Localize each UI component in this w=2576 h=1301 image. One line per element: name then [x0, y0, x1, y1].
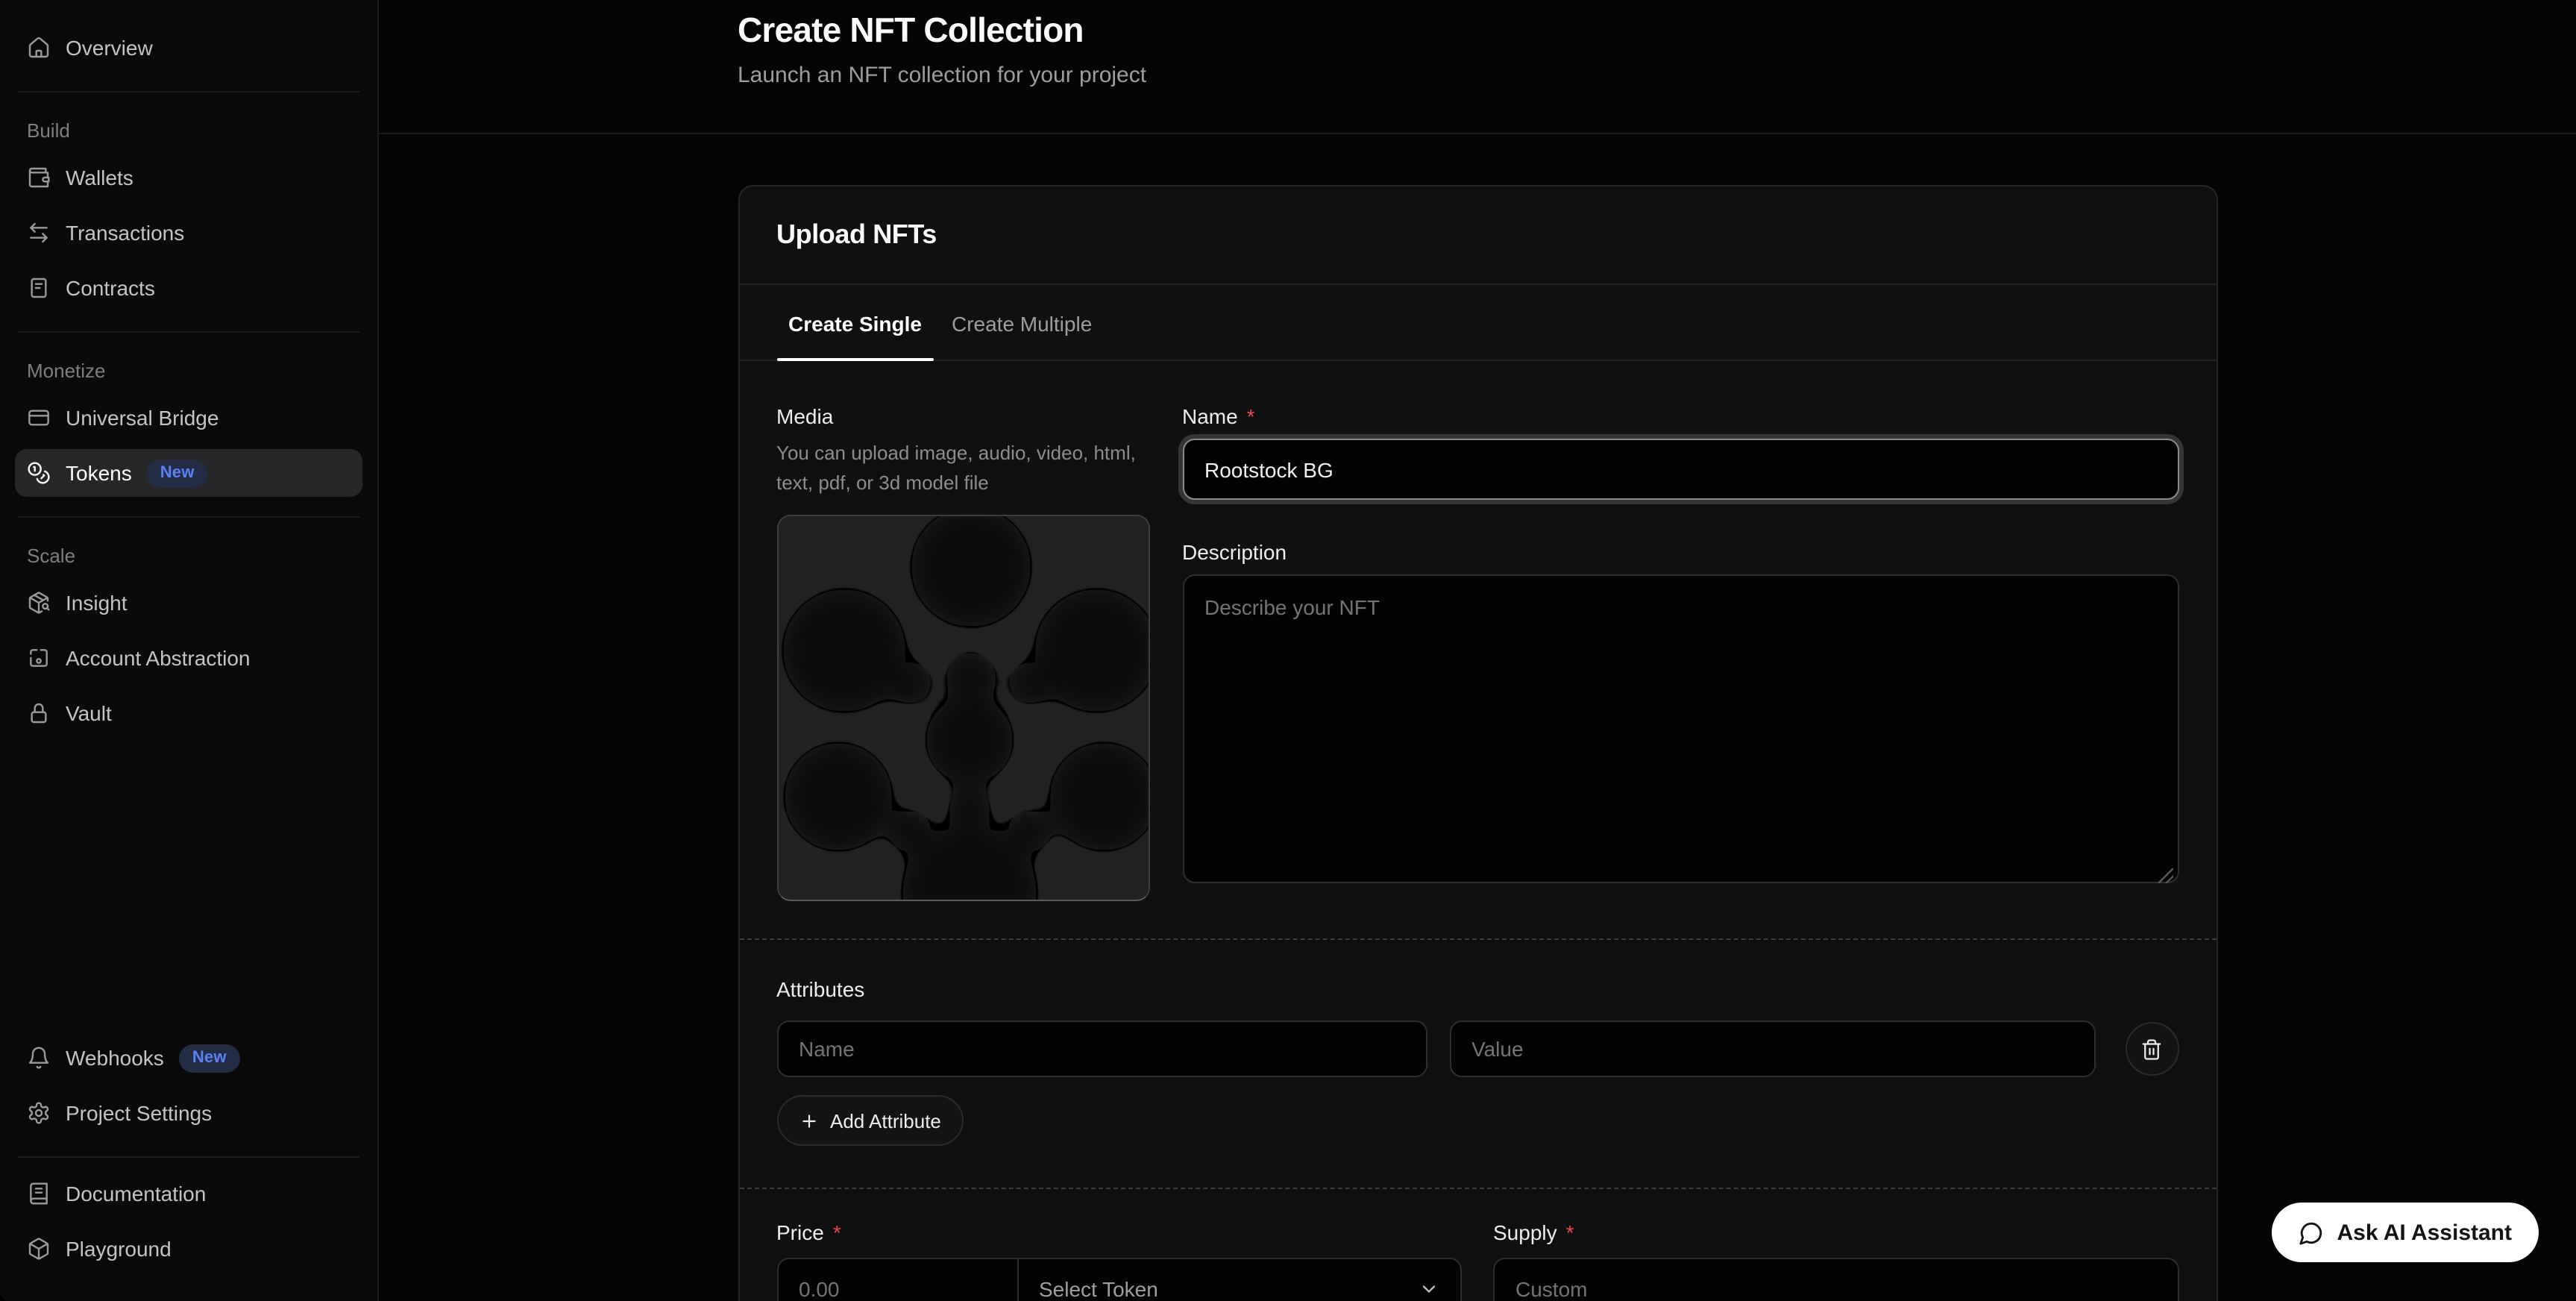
cube-icon	[27, 1237, 51, 1261]
supply-input[interactable]	[1493, 1258, 2178, 1301]
tab-create-multiple[interactable]: Create Multiple	[940, 286, 1104, 360]
attribute-value-input[interactable]	[1449, 1021, 2095, 1078]
contract-note-icon	[27, 276, 51, 300]
attribute-row	[776, 1021, 2178, 1078]
arrows-left-right-icon	[27, 221, 51, 245]
new-badge: New	[179, 1044, 240, 1072]
chat-bubble-icon	[2298, 1220, 2323, 1245]
new-badge: New	[147, 459, 208, 487]
sidebar-item-overview[interactable]: Overview	[15, 24, 362, 72]
sidebar-item-label: Tokens	[66, 461, 132, 485]
price-supply-section: Price * Select Token	[739, 1188, 2216, 1301]
sidebar-section-scale: Scale	[15, 545, 362, 567]
supply-label: Supply *	[1493, 1223, 2178, 1244]
gear-icon	[27, 1101, 51, 1125]
sidebar-item-wallets[interactable]: Wallets	[15, 154, 362, 201]
sidebar-item-label: Wallets	[66, 166, 133, 189]
sidebar-item-label: Overview	[66, 36, 153, 60]
sidebar: Overview Build Wallets Transactions Cont…	[0, 0, 379, 1301]
required-asterisk: *	[833, 1223, 841, 1244]
header-divider	[379, 134, 2576, 135]
wallet-icon	[27, 166, 51, 189]
trash-icon	[2140, 1038, 2163, 1061]
nft-name-input[interactable]	[1182, 439, 2178, 501]
fields-column: Name * Description	[1182, 407, 2178, 902]
media-label: Media	[776, 407, 1149, 427]
bell-icon	[27, 1046, 51, 1070]
book-icon	[27, 1182, 51, 1206]
name-label: Name *	[1182, 407, 2178, 427]
smart-account-icon	[27, 646, 51, 670]
tab-bar: Create Single Create Multiple	[739, 286, 2216, 362]
media-help-text: You can upload image, audio, video, html…	[776, 439, 1149, 498]
nft-form-section: Media You can upload image, audio, video…	[739, 362, 2216, 939]
sidebar-item-account-abstraction[interactable]: Account Abstraction	[15, 634, 362, 682]
page-subtitle: Launch an NFT collection for your projec…	[738, 61, 2217, 90]
page-title: Create NFT Collection	[738, 9, 2217, 52]
sidebar-item-documentation[interactable]: Documentation	[15, 1170, 362, 1217]
sidebar-section-build: Build	[15, 119, 362, 142]
sidebar-item-tokens[interactable]: Tokens New	[15, 449, 362, 497]
attribute-name-input[interactable]	[776, 1021, 1427, 1078]
price-input-group: Select Token	[776, 1258, 1462, 1301]
sidebar-item-vault[interactable]: Vault	[15, 689, 362, 737]
sidebar-item-webhooks[interactable]: Webhooks New	[15, 1034, 362, 1082]
card-header: Upload NFTs	[739, 187, 2216, 286]
price-amount-input[interactable]	[778, 1260, 1018, 1301]
sidebar-item-label: Account Abstraction	[66, 646, 251, 670]
sidebar-item-contracts[interactable]: Contracts	[15, 264, 362, 312]
sidebar-item-label: Playground	[66, 1237, 172, 1261]
attributes-label: Attributes	[776, 979, 2178, 1000]
sidebar-section-monetize: Monetize	[15, 360, 362, 382]
lock-icon	[27, 701, 51, 725]
description-label: Description	[1182, 542, 2178, 563]
price-column: Price * Select Token	[776, 1223, 1462, 1301]
package-search-icon	[27, 591, 51, 615]
sidebar-divider	[18, 331, 359, 333]
sidebar-item-transactions[interactable]: Transactions	[15, 209, 362, 257]
price-label: Price *	[776, 1223, 1462, 1244]
sidebar-item-universal-bridge[interactable]: Universal Bridge	[15, 394, 362, 442]
delete-attribute-button[interactable]	[2125, 1023, 2178, 1076]
sidebar-spacer	[15, 744, 362, 1034]
sidebar-item-label: Transactions	[66, 221, 184, 245]
sidebar-item-project-settings[interactable]: Project Settings	[15, 1089, 362, 1137]
add-attribute-button[interactable]: Add Attribute	[776, 1096, 964, 1147]
credit-card-icon	[27, 406, 51, 430]
sidebar-item-label: Documentation	[66, 1182, 206, 1206]
main-content: Create NFT Collection Launch an NFT coll…	[379, 0, 2576, 1301]
app-window: Overview Build Wallets Transactions Cont…	[0, 0, 2576, 1301]
sidebar-item-insight[interactable]: Insight	[15, 579, 362, 627]
sidebar-item-label: Webhooks	[66, 1046, 164, 1070]
ask-ai-assistant-button[interactable]: Ask AI Assistant	[2271, 1203, 2539, 1262]
nft-description-textarea[interactable]	[1182, 575, 2178, 884]
media-column: Media You can upload image, audio, video…	[776, 407, 1149, 902]
coins-icon	[27, 461, 51, 485]
sidebar-item-label: Insight	[66, 591, 128, 615]
sidebar-item-label: Project Settings	[66, 1101, 212, 1125]
supply-column: Supply *	[1493, 1223, 2178, 1301]
card-title: Upload NFTs	[776, 220, 2178, 251]
tab-create-single[interactable]: Create Single	[776, 286, 934, 360]
attributes-section: Attributes Add	[739, 939, 2216, 1188]
chevron-down-icon	[1419, 1279, 1439, 1300]
sidebar-divider	[18, 516, 359, 518]
nft-artwork-image	[778, 517, 1149, 902]
sidebar-item-label: Vault	[66, 701, 112, 725]
sidebar-item-label: Universal Bridge	[66, 406, 219, 430]
sidebar-divider	[18, 91, 359, 93]
upload-nfts-card: Upload NFTs Create Single Create Multipl…	[738, 186, 2217, 1301]
plus-icon	[799, 1112, 818, 1131]
sidebar-divider	[18, 1156, 359, 1158]
required-asterisk: *	[1247, 407, 1255, 427]
required-asterisk: *	[1566, 1223, 1574, 1244]
sidebar-item-playground[interactable]: Playground	[15, 1225, 362, 1273]
media-upload-preview[interactable]	[776, 515, 1149, 902]
token-select-dropdown[interactable]: Select Token	[1018, 1260, 1460, 1301]
sidebar-item-label: Contracts	[66, 276, 155, 300]
home-icon	[27, 36, 51, 60]
